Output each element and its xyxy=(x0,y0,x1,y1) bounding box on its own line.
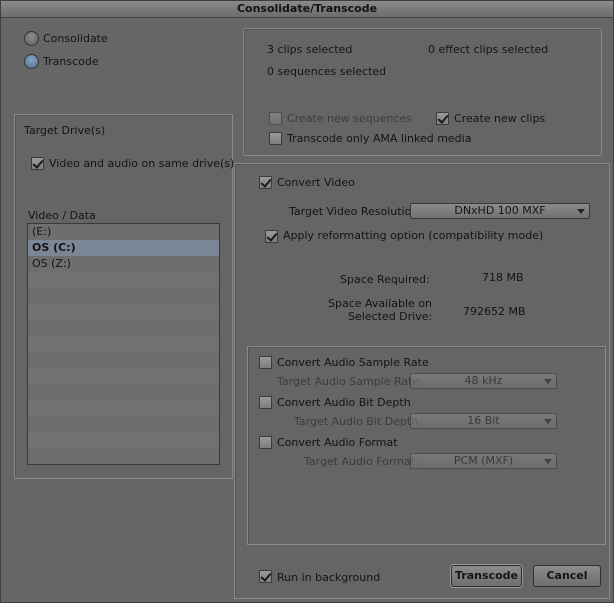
bit-depth-dropdown[interactable]: 16 Bit xyxy=(410,413,557,429)
space-required-value: 718 MB xyxy=(482,271,524,284)
list-filler-row xyxy=(28,448,219,464)
drive-item-c[interactable]: OS (C:) xyxy=(28,240,219,256)
chevron-down-icon xyxy=(544,419,552,424)
list-filler-row xyxy=(28,304,219,320)
target-sample-rate-label: Target Audio Sample Rate: xyxy=(277,375,423,388)
list-filler-row xyxy=(28,368,219,384)
space-available-label-1: Space Available on xyxy=(328,297,433,310)
space-required-label: Space Required: xyxy=(340,273,430,286)
list-filler-row xyxy=(28,336,219,352)
transcode-only-ama-label: Transcode only AMA linked media xyxy=(287,132,472,145)
audio-format-dropdown[interactable]: PCM (MXF) xyxy=(410,453,557,469)
transcode-label: Transcode xyxy=(43,55,99,68)
sequences-selected-text: 0 sequences selected xyxy=(267,65,387,78)
reformat-checkbox[interactable] xyxy=(265,230,278,243)
run-in-background-label: Run in background xyxy=(277,571,381,584)
create-new-sequences-checkbox[interactable] xyxy=(269,112,282,125)
effect-clips-selected-text: 0 effect clips selected xyxy=(428,43,549,56)
list-filler-row xyxy=(28,416,219,432)
space-available-label-2: Selected Drive: xyxy=(348,310,433,323)
target-drives-label: Target Drive(s) xyxy=(24,124,106,137)
convert-sample-rate-label: Convert Audio Sample Rate xyxy=(277,356,429,369)
convert-video-label: Convert Video xyxy=(277,176,355,189)
chevron-down-icon xyxy=(577,209,585,214)
list-filler-row xyxy=(28,272,219,288)
run-in-background-checkbox[interactable] xyxy=(259,570,272,583)
convert-bit-depth-checkbox[interactable] xyxy=(259,396,272,409)
list-filler-row xyxy=(28,400,219,416)
list-filler-row xyxy=(28,352,219,368)
bit-depth-value: 16 Bit xyxy=(467,414,500,427)
audio-format-value: PCM (MXF) xyxy=(453,454,514,467)
convert-bit-depth-label: Convert Audio Bit Depth xyxy=(277,396,411,409)
same-drive-label: Video and audio on same drive(s) xyxy=(49,157,235,170)
sample-rate-dropdown[interactable]: 48 kHz xyxy=(410,373,557,389)
list-filler-row xyxy=(28,288,219,304)
clips-selected-text: 3 clips selected xyxy=(267,43,353,56)
convert-sample-rate-checkbox[interactable] xyxy=(259,356,272,369)
space-available-value: 792652 MB xyxy=(463,305,526,318)
create-new-sequences-label: Create new sequences xyxy=(287,112,413,125)
consolidate-transcode-dialog: Consolidate/Transcode Consolidate Transc… xyxy=(0,0,614,603)
video-resolution-label: Target Video Resolution: xyxy=(289,205,423,218)
sample-rate-value: 48 kHz xyxy=(464,374,503,387)
reformat-label: Apply reformatting option (compatibility… xyxy=(283,229,544,242)
cancel-button[interactable]: Cancel xyxy=(533,565,601,587)
drive-item-z[interactable]: OS (Z:) xyxy=(28,256,219,272)
transcode-button[interactable]: Transcode xyxy=(451,565,522,587)
create-new-clips-label: Create new clips xyxy=(454,112,546,125)
target-audio-format-label: Target Audio Format: xyxy=(304,455,419,468)
list-filler-row xyxy=(28,432,219,448)
drive-item-e[interactable]: (E:) xyxy=(28,224,219,240)
consolidate-radio[interactable] xyxy=(24,31,39,46)
drive-list[interactable]: (E:) OS (C:) OS (Z:) xyxy=(27,223,220,465)
video-resolution-value: DNxHD 100 MXF xyxy=(454,204,546,217)
video-data-header: Video / Data xyxy=(28,209,96,222)
target-bit-depth-label: Target Audio Bit Depth: xyxy=(294,415,422,428)
chevron-down-icon xyxy=(544,459,552,464)
chevron-down-icon xyxy=(544,379,552,384)
consolidate-label: Consolidate xyxy=(43,32,108,45)
window-title: Consolidate/Transcode xyxy=(1,1,613,18)
convert-audio-format-checkbox[interactable] xyxy=(259,436,272,449)
transcode-radio[interactable] xyxy=(24,54,39,69)
transcode-only-ama-checkbox[interactable] xyxy=(269,132,282,145)
convert-audio-format-label: Convert Audio Format xyxy=(277,436,398,449)
create-new-clips-checkbox[interactable] xyxy=(436,112,449,125)
same-drive-checkbox[interactable] xyxy=(31,157,44,170)
video-resolution-dropdown[interactable]: DNxHD 100 MXF xyxy=(410,203,590,219)
list-filler-row xyxy=(28,384,219,400)
convert-video-checkbox[interactable] xyxy=(259,176,272,189)
list-filler-row xyxy=(28,320,219,336)
